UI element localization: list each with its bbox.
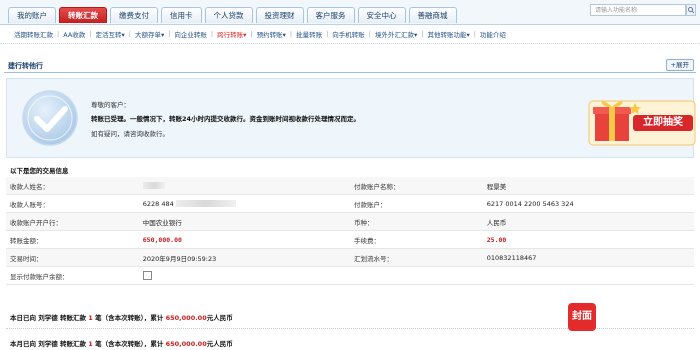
top-tab-bar: 我的账户 转账汇款 缴费支付 信用卡 个人贷款 投资理财 客户服务 安全中心 善融商城 请输入功… <box>0 0 700 25</box>
transaction-info-table: 收款人姓名： 付款账户名称： 程景美 收款人账号： 6228 484 付款账户：… <box>6 177 694 285</box>
daily-summary-mid: 笔（含本次转账），累计 <box>95 314 164 322</box>
tab-7[interactable]: 安全中心 <box>357 7 406 23</box>
tab-8[interactable]: 善融商城 <box>408 7 457 23</box>
payee-account-label: 收款人账号： <box>6 194 139 213</box>
subnav-item-0[interactable]: 活期转账汇款 <box>14 29 53 39</box>
daily-summary: 本日已向 刘学德 转账汇款 1 笔（含本次转账），累计 650,000.00元人… <box>10 312 233 322</box>
payee-bank-label: 收款账户开户行： <box>6 212 139 231</box>
subnav-separator: | <box>250 30 253 38</box>
sub-navigation: 活期转账汇款 | AA收款 | 定活互转▾ | 大额存单▾ | 向企业转账 | 跨行转账▾ | 预约转账… <box>0 25 700 44</box>
tab-3[interactable]: 信用卡 <box>161 7 202 23</box>
payee-account-number: 6228 484 <box>142 199 174 208</box>
serial-number-value: 010832118467 <box>482 248 694 267</box>
subnav-separator: | <box>57 30 60 38</box>
subnav-separator: | <box>168 30 171 38</box>
subnav-separator: | <box>421 30 424 38</box>
fee-value: 25.00 <box>482 230 694 249</box>
subnav-separator: | <box>368 30 371 38</box>
payee-name-label: 收款人姓名： <box>6 177 139 195</box>
subnav-separator: | <box>473 30 476 38</box>
success-notice: 尊敬的客户： 转账已受理。一般情况下，转账24小时内提交收款行。资金到账时间视收… <box>6 78 696 158</box>
section-header: 建行转他行 +展开 <box>4 58 696 73</box>
subnav-separator: | <box>210 30 214 38</box>
subnav-item-3[interactable]: 大额存单▾ <box>135 29 164 39</box>
monthly-summary: 本月已向 刘学德 转账汇款 1 笔（含本次转账），累计 650,000.00元人… <box>10 338 233 348</box>
subnav-item-6[interactable]: 预约转账▾ <box>257 29 286 39</box>
payer-name-value: 程景美 <box>482 177 694 195</box>
payee-bank-value: 中国农业银行 <box>138 212 350 231</box>
subnav-item-5[interactable]: 跨行转账▾ <box>217 29 246 39</box>
monthly-count: 1 <box>88 340 93 348</box>
subnav-item-1[interactable]: AA收款 <box>63 29 85 39</box>
subnav-separator: | <box>89 30 92 38</box>
trade-time-value: 2020年9月9日09:59:23 <box>138 248 350 267</box>
show-balance-label: 显示付款账户余额： <box>6 266 139 285</box>
daily-count: 1 <box>88 314 93 322</box>
serial-number-label: 汇划流水号： <box>349 248 483 267</box>
amount-label: 转账金额： <box>6 230 139 249</box>
monthly-summary-suffix: 元人民币 <box>206 340 233 348</box>
notice-greeting: 尊敬的客户： <box>91 101 130 109</box>
subnav-item-10[interactable]: 其他转账功能▾ <box>427 29 469 39</box>
subnav-item-9[interactable]: 境外外汇汇款▾ <box>375 29 417 39</box>
tab-4[interactable]: 个人贷款 <box>204 7 253 23</box>
expand-button[interactable]: +展开 <box>665 59 694 71</box>
fee-label: 手续费： <box>349 230 483 249</box>
notice-message: 转账已受理。一般情况下，转账24小时内提交收款行。资金到账时间视收款行处理情况而… <box>91 115 361 123</box>
table-row: 收款账户开户行： 中国农业银行 币种： 人民币 <box>6 212 694 231</box>
payer-account-label: 付款账户： <box>349 194 483 213</box>
lottery-button[interactable]: 立即抽奖 <box>633 115 693 131</box>
subnav-item-2[interactable]: 定活互转▾ <box>95 29 124 39</box>
daily-summary-suffix: 元人民币 <box>206 314 233 322</box>
payer-name-label: 付款账户名称： <box>349 177 483 195</box>
table-row: 交易时间： 2020年9月9日09:59:23 汇划流水号： 010832118… <box>6 248 694 267</box>
daily-amount: 650,000.00 <box>165 314 207 322</box>
tab-2[interactable]: 缴费支付 <box>110 7 158 23</box>
notice-help: 如有疑问，请咨询收款行。 <box>91 130 169 138</box>
subnav-list: 活期转账汇款 | AA收款 | 定活互转▾ | 大额存单▾ | 向企业转账 | 跨行转账▾ | 预约转账… <box>14 29 506 39</box>
daily-summary-prefix: 本日已向 刘学德 转账汇款 <box>10 314 87 322</box>
tab-0[interactable]: 我的账户 <box>8 7 56 23</box>
payee-account-value: 6228 484 <box>138 194 350 213</box>
tab-6[interactable]: 客户服务 <box>306 7 355 23</box>
subnav-item-4[interactable]: 向企业转账 <box>174 29 207 39</box>
page-title: 建行转他行 <box>8 62 43 70</box>
top-tabs: 我的账户 转账汇款 缴费支付 信用卡 个人贷款 投资理财 客户服务 安全中心 善融商城 <box>8 7 457 23</box>
currency-label: 币种： <box>349 212 483 231</box>
table-row: 显示付款账户余额： <box>6 266 694 285</box>
subnav-item-7[interactable]: 批量转账 <box>296 29 322 39</box>
table-row: 收款人姓名： 付款账户名称： 程景美 <box>6 177 694 195</box>
subnav-separator: | <box>326 30 329 38</box>
show-balance-cell <box>138 266 350 285</box>
monthly-summary-prefix: 本月已向 刘学德 转账汇款 <box>10 340 87 348</box>
trade-time-label: 交易时间： <box>6 248 139 267</box>
payee-name-value <box>138 177 350 195</box>
subnav-separator: | <box>289 30 293 38</box>
success-check-icon <box>21 89 79 147</box>
monthly-amount: 650,000.00 <box>165 340 207 348</box>
show-balance-checkbox[interactable] <box>142 271 152 280</box>
lottery-banner[interactable]: 立即抽奖 <box>587 95 699 149</box>
empty-cell <box>349 266 483 285</box>
currency-value: 人民币 <box>482 212 694 231</box>
search-icon[interactable] <box>686 4 696 16</box>
tab-5[interactable]: 投资理财 <box>255 7 304 23</box>
subnav-item-8[interactable]: 向手机转账 <box>332 29 365 39</box>
monthly-summary-mid: 笔（含本次转账），累计 <box>95 340 164 348</box>
table-row: 转账金额： 650,000.00 手续费： 25.00 <box>6 230 694 249</box>
redacted-mask <box>142 182 165 189</box>
redacted-mask <box>175 200 236 207</box>
empty-cell <box>482 266 694 285</box>
subnav-item-11[interactable]: 功能介绍 <box>480 29 506 39</box>
amount-value: 650,000.00 <box>138 230 350 249</box>
transaction-info-title: 以下是您的交易信息 <box>10 167 69 175</box>
search-input[interactable]: 请输入功能名称 <box>590 4 686 16</box>
table-row: 收款人账号： 6228 484 付款账户： 6217 0014 2200 546… <box>6 194 694 213</box>
watermark-logo: 封面 <box>568 303 596 331</box>
payer-account-value: 6217 0014 2200 5463 324 <box>482 194 694 213</box>
subnav-separator: | <box>128 30 131 38</box>
tab-1[interactable]: 转账汇款 <box>59 7 107 23</box>
